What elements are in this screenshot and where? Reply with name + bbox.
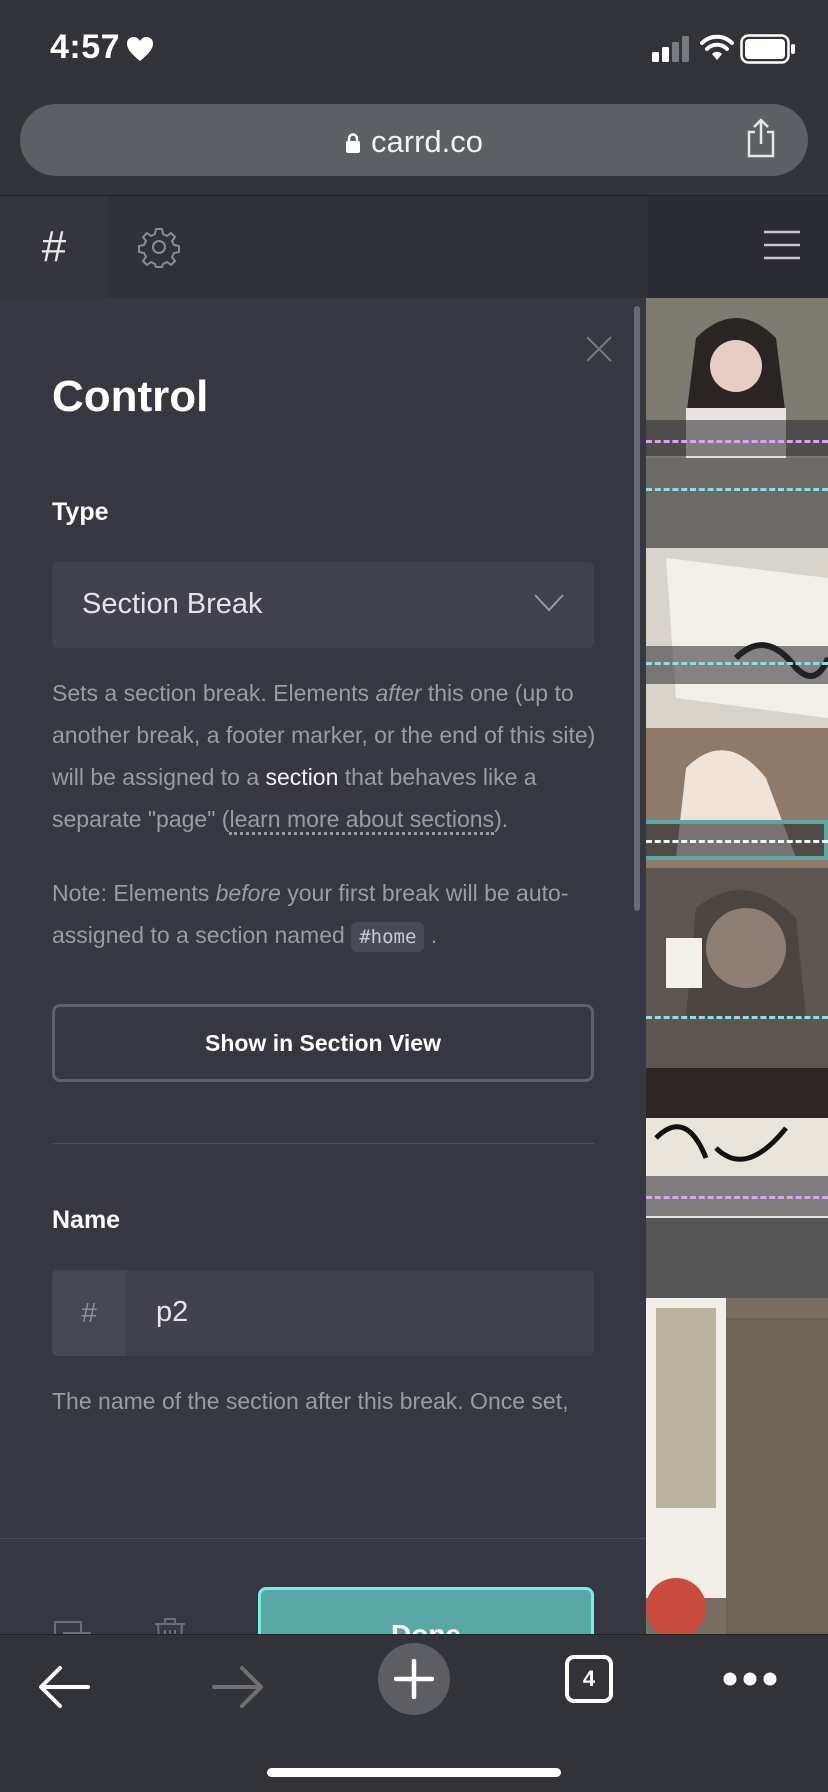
tabs-count-button[interactable]: 4: [565, 1655, 613, 1703]
close-icon[interactable]: [584, 334, 614, 364]
hash-prefix: #: [52, 1270, 126, 1356]
divider: [52, 1143, 594, 1144]
section-marker-band: [646, 420, 828, 456]
type-label: Type: [52, 498, 109, 526]
panel-footer: Done: [0, 1538, 646, 1634]
gear-icon: [138, 228, 180, 268]
break-marker-line: [646, 440, 828, 443]
desc-emphasis: after: [375, 680, 422, 706]
done-button[interactable]: Done: [258, 1587, 594, 1634]
editor-toolbar: #: [0, 196, 828, 298]
type-select-value: Section Break: [82, 588, 263, 620]
back-arrow-icon[interactable]: [38, 1665, 90, 1709]
carrd-editor: # Control Type Section Break Sets a sect…: [0, 196, 828, 1634]
section-name-value[interactable]: p2: [156, 1296, 188, 1329]
more-icon[interactable]: [722, 1671, 778, 1687]
heart-icon: [127, 37, 153, 61]
duplicate-icon[interactable]: [54, 1621, 92, 1634]
note-text: Note: Elements before your first break w…: [52, 872, 600, 958]
name-help-text: The name of the section after this break…: [52, 1388, 569, 1414]
status-time: 4:57: [50, 28, 121, 66]
note-emphasis: before: [215, 880, 281, 906]
show-in-section-view-button[interactable]: Show in Section View: [52, 1004, 594, 1082]
name-label: Name: [52, 1206, 121, 1234]
section-name-field[interactable]: # p2: [52, 1270, 594, 1356]
desc-text: ).: [494, 806, 509, 832]
break-marker-line: [646, 840, 828, 843]
break-marker-line: [646, 1196, 828, 1199]
site-preview[interactable]: [646, 298, 828, 1634]
trash-icon[interactable]: [154, 1617, 186, 1634]
battery-icon: [740, 34, 795, 64]
desc-highlight: section: [265, 764, 339, 790]
status-bar: 4:57: [0, 0, 828, 96]
preview-photos: [646, 298, 828, 1634]
panel-scrollbar[interactable]: [634, 306, 640, 911]
desc-text: Sets a section break. Elements: [52, 680, 376, 706]
new-tab-button[interactable]: [378, 1643, 450, 1715]
break-marker-line: [646, 1016, 828, 1019]
wifi-icon: [700, 34, 734, 60]
forward-arrow-icon[interactable]: [212, 1665, 264, 1709]
tab-settings[interactable]: [108, 196, 648, 298]
note-part: .: [424, 922, 438, 948]
learn-more-link[interactable]: learn more about sections: [229, 806, 495, 835]
panel-title: Control: [52, 372, 209, 421]
url-text: carrd.co: [371, 124, 483, 159]
menu-icon[interactable]: [764, 230, 800, 260]
address-bar[interactable]: carrd.co: [20, 104, 808, 176]
plus-icon: [394, 1659, 434, 1699]
signal-icon: [652, 36, 689, 62]
note-part: Note: Elements: [52, 880, 216, 906]
home-section-code: #home: [351, 922, 425, 952]
section-marker-band: [646, 646, 828, 684]
control-panel: Control Type Section Break Sets a sectio…: [0, 298, 646, 1634]
type-select[interactable]: Section Break: [52, 562, 594, 648]
address-bar-area: carrd.co: [0, 96, 828, 196]
break-marker-line: [646, 662, 828, 665]
type-description: Sets a section break. Elements after thi…: [52, 672, 600, 840]
lock-icon: [346, 133, 360, 153]
break-marker-line: [646, 488, 828, 491]
chevron-down-icon: [534, 594, 564, 612]
tab-sections[interactable]: #: [0, 196, 108, 298]
home-indicator: [267, 1768, 561, 1777]
share-icon[interactable]: [744, 118, 778, 158]
